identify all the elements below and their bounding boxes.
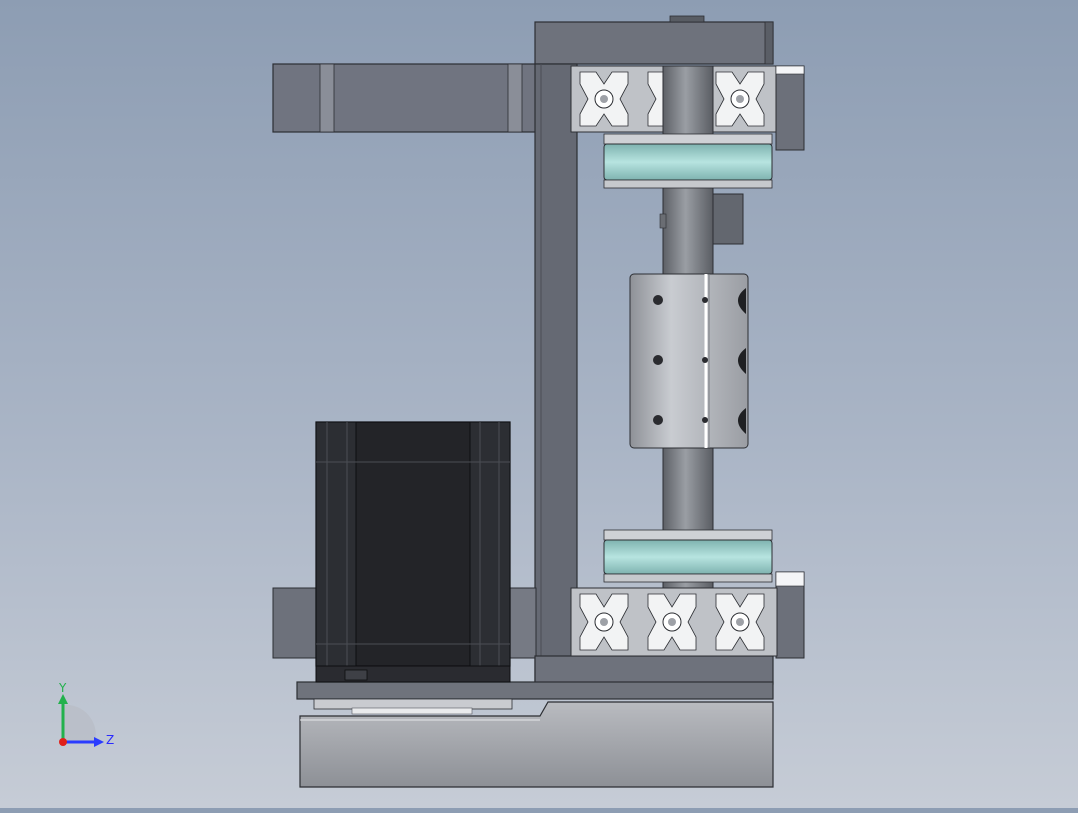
z-axis-arrowhead: [94, 737, 104, 747]
y-axis-label: Y: [58, 681, 67, 695]
base-block[interactable]: [299, 701, 774, 788]
orientation-triad[interactable]: Y Z: [40, 680, 130, 760]
right-end-blocks[interactable]: [775, 65, 805, 659]
stepper-motor[interactable]: [315, 421, 511, 683]
assembly-drawing: [272, 15, 805, 788]
y-axis-arrowhead: [58, 694, 68, 704]
triad-quadrant: [63, 704, 96, 742]
top-bracket-arm[interactable]: [272, 63, 538, 133]
shaft-coupler[interactable]: [629, 273, 749, 449]
bottom-pulley[interactable]: [603, 529, 773, 583]
cad-viewport[interactable]: [0, 0, 1078, 808]
top-pulley[interactable]: [603, 133, 773, 189]
z-axis-label: Z: [106, 733, 114, 747]
x-axis-origin: [59, 738, 67, 746]
bottom-extrusion[interactable]: [570, 587, 778, 657]
